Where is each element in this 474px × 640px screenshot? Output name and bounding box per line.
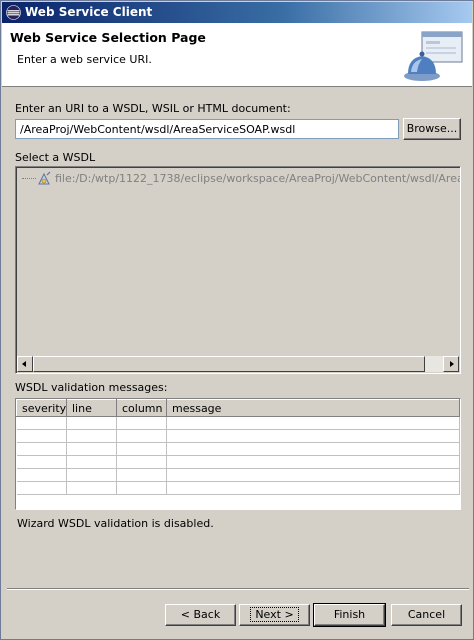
arrow-left-icon	[22, 361, 26, 367]
window-title: Web Service Client	[25, 5, 153, 19]
button-bar-separator	[7, 588, 469, 590]
tree-border	[16, 167, 460, 373]
page-title: Web Service Selection Page	[10, 30, 206, 45]
browse-button-label: Browse...	[406, 122, 458, 135]
title-bar[interactable]: Web Service Client	[2, 2, 472, 23]
back-button[interactable]: < Back	[165, 604, 236, 626]
browse-button[interactable]: Browse...	[403, 118, 461, 140]
next-button-label: Next >	[250, 607, 299, 622]
cancel-button[interactable]: Cancel	[391, 604, 462, 626]
validation-table[interactable]: severity line column message	[15, 398, 461, 510]
uri-label: Enter an URI to a WSDL, WSIL or HTML doc…	[15, 102, 291, 115]
arrow-right-icon	[450, 361, 454, 367]
table-row[interactable]	[16, 416, 460, 430]
column-header-message[interactable]: message	[166, 399, 460, 417]
uri-input[interactable]	[15, 119, 399, 139]
wizard-banner: Web Service Selection Page Enter a web s…	[2, 23, 472, 87]
table-row[interactable]	[16, 455, 460, 469]
next-button[interactable]: Next >	[239, 604, 310, 626]
validation-status-text: Wizard WSDL validation is disabled.	[17, 517, 214, 530]
scroll-right-button[interactable]	[443, 356, 459, 372]
wsdl-file-icon	[38, 171, 51, 185]
eclipse-icon	[6, 5, 21, 20]
select-wsdl-label: Select a WSDL	[15, 151, 96, 164]
table-row[interactable]	[16, 468, 460, 482]
column-header-severity[interactable]: severity	[16, 399, 67, 417]
table-row[interactable]	[16, 429, 460, 443]
tree-connector	[22, 178, 36, 179]
finish-button-label: Finish	[333, 608, 366, 621]
scrollbar-thumb[interactable]	[33, 356, 425, 372]
page-description: Enter a web service URI.	[17, 53, 152, 66]
table-header-row: severity line column message	[16, 399, 460, 417]
cancel-button-label: Cancel	[407, 608, 446, 621]
table-row[interactable]	[16, 442, 460, 456]
back-button-label: < Back	[180, 608, 221, 621]
column-header-line[interactable]: line	[66, 399, 117, 417]
web-service-wizard-icon	[404, 31, 463, 81]
tree-item-label: file:/D:/wtp/1122_1738/eclipse/workspace…	[55, 172, 460, 185]
scroll-left-button[interactable]	[17, 356, 33, 372]
table-row[interactable]	[16, 481, 460, 495]
wsdl-tree[interactable]: file:/D:/wtp/1122_1738/eclipse/workspace…	[15, 166, 461, 374]
column-header-column[interactable]: column	[116, 399, 167, 417]
wizard-window: Web Service Client Web Service Selection…	[0, 0, 474, 640]
horizontal-scrollbar[interactable]	[17, 356, 459, 372]
finish-button[interactable]: Finish	[313, 603, 386, 627]
validation-messages-label: WSDL validation messages:	[15, 381, 168, 394]
